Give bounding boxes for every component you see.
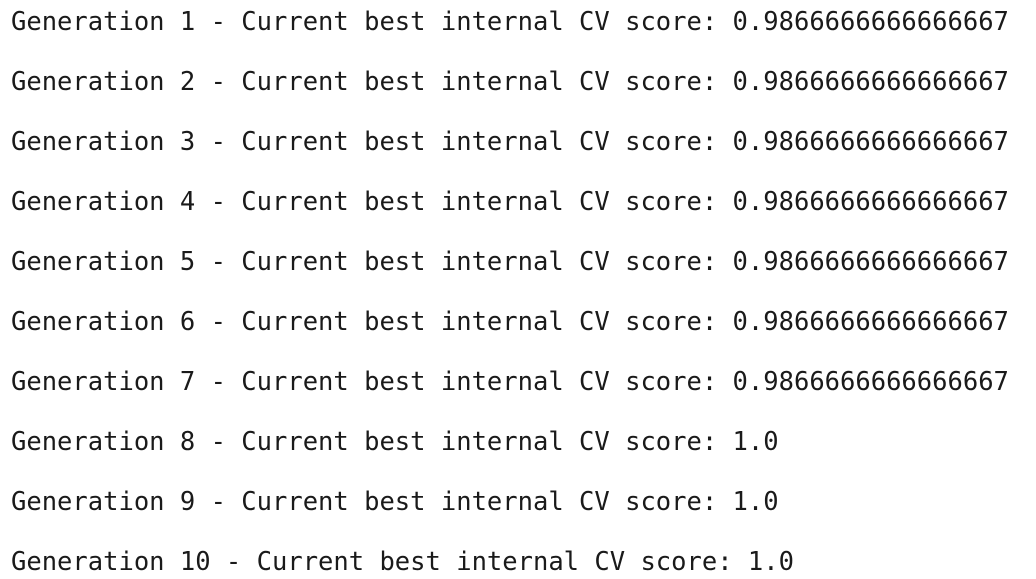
log-line-generation-3: Generation 3 - Current best internal CV …	[11, 127, 1009, 157]
log-line-generation-1: Generation 1 - Current best internal CV …	[11, 7, 1009, 37]
console-output: Generation 1 - Current best internal CV …	[11, 0, 1036, 579]
log-line-generation-5: Generation 5 - Current best internal CV …	[11, 247, 1009, 277]
log-line-generation-8: Generation 8 - Current best internal CV …	[11, 427, 779, 457]
log-line-generation-7: Generation 7 - Current best internal CV …	[11, 367, 1009, 397]
log-line-generation-4: Generation 4 - Current best internal CV …	[11, 187, 1009, 217]
log-line-generation-10: Generation 10 - Current best internal CV…	[11, 547, 794, 577]
log-line-generation-6: Generation 6 - Current best internal CV …	[11, 307, 1009, 337]
log-line-generation-9: Generation 9 - Current best internal CV …	[11, 487, 779, 517]
log-line-generation-2: Generation 2 - Current best internal CV …	[11, 67, 1009, 97]
